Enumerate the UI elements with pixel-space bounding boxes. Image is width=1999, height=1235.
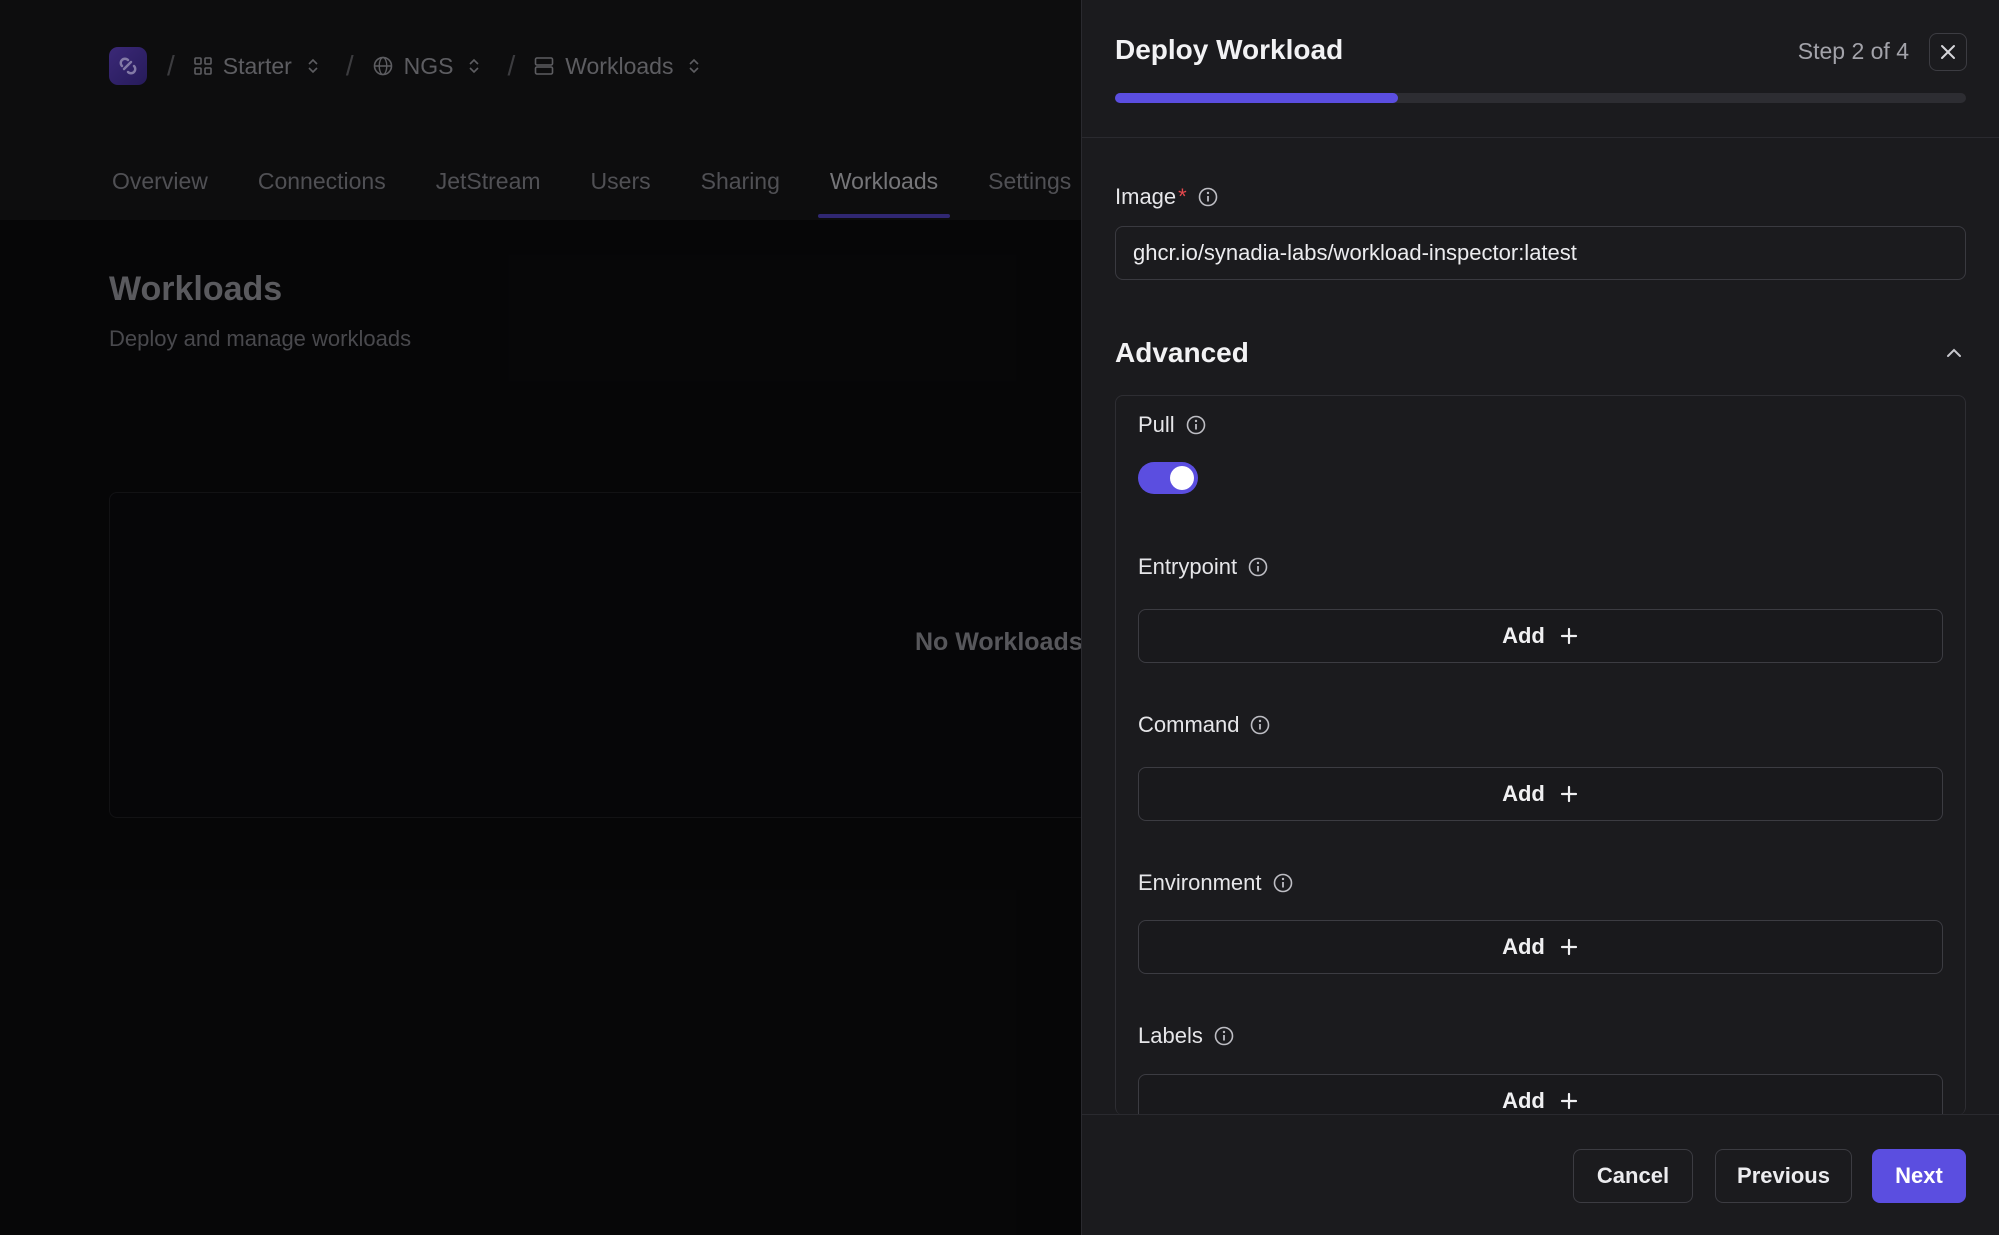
step-indicator: Step 2 of 4 [1797,38,1909,64]
plus-icon [1559,784,1579,804]
drawer-header: Deploy Workload Step 2 of 4 [1082,0,1999,138]
progress-fill [1115,93,1399,103]
advanced-panel [1115,395,1966,1115]
plus-icon [1559,1091,1579,1111]
cancel-button[interactable]: Cancel [1573,1149,1693,1203]
labels-label: Labels [1138,1023,1235,1049]
chevron-up-icon[interactable] [1943,342,1965,364]
image-label-text: Image [1115,184,1177,209]
info-icon[interactable] [1197,186,1219,208]
add-button-label: Add [1502,1088,1545,1113]
info-icon[interactable] [1213,1025,1235,1047]
add-button-label: Add [1502,934,1545,959]
close-button[interactable] [1929,33,1967,71]
modal-backdrop[interactable] [0,0,1081,1235]
add-button-label: Add [1502,781,1545,806]
image-label: Image * [1115,184,1219,210]
drawer-footer: Cancel Previous Next [1082,1114,1999,1235]
add-environment-button[interactable]: Add [1138,920,1943,974]
required-marker: * [1178,184,1187,209]
drawer-title: Deploy Workload [1115,34,1344,65]
add-button-label: Add [1502,623,1545,648]
pull-label: Pull [1138,412,1207,438]
environment-label: Environment [1138,870,1294,896]
command-label-text: Command [1138,712,1240,737]
plus-icon [1559,937,1579,957]
close-icon [1941,45,1955,59]
deploy-workload-drawer: Deploy Workload Step 2 of 4 Image * Adva… [1081,0,1999,1235]
info-icon[interactable] [1249,714,1271,736]
next-button[interactable]: Next [1872,1149,1966,1203]
entrypoint-label: Entrypoint [1138,554,1269,580]
command-label: Command [1138,712,1271,738]
toggle-knob [1170,466,1194,490]
image-input[interactable] [1115,226,1966,280]
info-icon[interactable] [1247,556,1269,578]
plus-icon [1559,626,1579,646]
labels-label-text: Labels [1138,1023,1203,1048]
advanced-section-title[interactable]: Advanced [1115,337,1249,369]
pull-label-text: Pull [1138,412,1175,437]
add-command-button[interactable]: Add [1138,767,1943,821]
info-icon[interactable] [1272,872,1294,894]
add-entrypoint-button[interactable]: Add [1138,609,1943,663]
info-icon[interactable] [1185,414,1207,436]
pull-toggle[interactable] [1138,462,1198,494]
progress-bar [1115,93,1966,103]
previous-button[interactable]: Previous [1715,1149,1852,1203]
entrypoint-label-text: Entrypoint [1138,554,1238,579]
environment-label-text: Environment [1138,870,1262,895]
